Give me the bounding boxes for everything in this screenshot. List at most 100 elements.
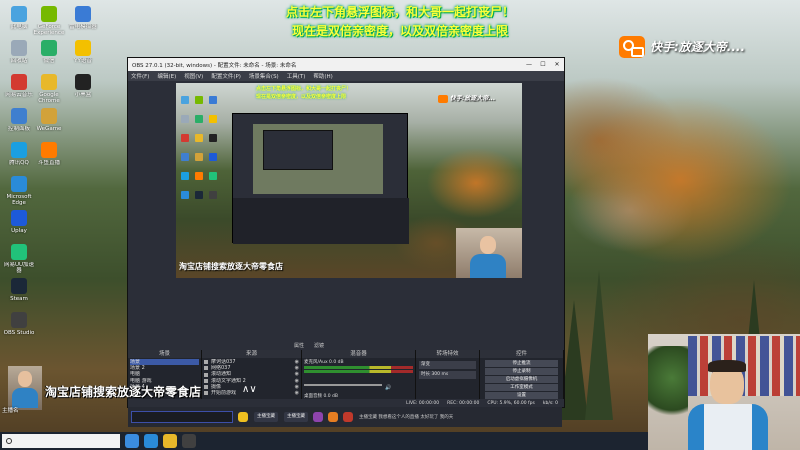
app-icon <box>41 142 57 158</box>
menu-help[interactable]: 帮助(H) <box>313 72 332 80</box>
chrome-icon[interactable] <box>163 434 177 448</box>
properties-button[interactable]: 属性 <box>294 342 304 349</box>
source-type-icon <box>204 378 208 383</box>
plant-shape <box>648 346 688 426</box>
obs-titlebar[interactable]: OBS 27.0.1 (32-bit, windows) - 配置文件: 未命名… <box>128 58 564 71</box>
menu-profile[interactable]: 配置文件(P) <box>211 72 241 80</box>
kuaishou-logo-icon <box>619 36 645 58</box>
gift-icon[interactable] <box>343 412 353 422</box>
minimize-button[interactable]: — <box>522 61 536 68</box>
cpu-readout: CPU: 5.9%, 60.00 fps <box>487 400 535 406</box>
desktop-icon[interactable]: 腾讯QQ <box>2 140 36 178</box>
virtual-camera-button[interactable]: 启动虚拟摄像机 <box>485 376 558 383</box>
obs-status-bar: LIVE: 00:00:00 REC: 00:00:00 CPU: 5.9%, … <box>128 399 564 407</box>
desktop-icon[interactable]: Google Chrome <box>32 72 66 110</box>
nested-preview-window <box>263 130 333 170</box>
source-label: 开始前游戏 <box>211 390 237 397</box>
studio-mode-button[interactable]: 工作室模式 <box>485 384 558 391</box>
app-icon <box>41 74 57 90</box>
stop-streaming-button[interactable]: 停止推流 <box>485 360 558 367</box>
danmaku-chip[interactable]: 主播宝藏 <box>254 412 278 422</box>
transitions-dock-title: 转场特效 <box>416 350 479 358</box>
webcam-feed <box>648 334 800 450</box>
obs-preview[interactable]: 点击左下角悬浮图标，和大哥一起打丧尸！ 现在是双倍亲密度，以及双倍亲密度上限 快… <box>176 83 522 341</box>
danmaku-input[interactable] <box>131 411 233 423</box>
menu-tools[interactable]: 工具(T) <box>287 72 306 80</box>
speaker-icon[interactable]: 🔊 <box>385 385 391 391</box>
volume-meter <box>304 366 413 369</box>
controls-dock: 控件 停止推流 停止录制 启动虚拟摄像机 工作室模式 设置 <box>480 350 564 399</box>
transition-select[interactable]: 渐变 <box>419 361 476 369</box>
menu-edit[interactable]: 编辑(E) <box>157 72 176 80</box>
desktop-icon[interactable]: 小黑盒 <box>66 72 100 110</box>
app-icon <box>41 108 57 124</box>
transition-duration-field[interactable]: 时长 300 ms <box>419 371 476 379</box>
stop-recording-button[interactable]: 停止录制 <box>485 368 558 375</box>
rec-timer: REC: 00:00:00 <box>447 400 480 406</box>
obs-icon[interactable] <box>182 434 196 448</box>
preview-desktop-icons <box>178 91 230 205</box>
mixer-dock-title: 混音器 <box>302 350 415 358</box>
control-panel-icon <box>11 108 27 124</box>
obs-menubar: 文件(F) 编辑(E) 视图(V) 配置文件(P) 场景集合(S) 工具(T) … <box>128 71 564 81</box>
volume-meter <box>304 370 413 373</box>
mixer-channel-name: 麦克风/Aux 0.0 dB <box>304 360 344 365</box>
gift-icon[interactable] <box>313 412 323 422</box>
search-icon <box>6 438 12 444</box>
desktop-icon[interactable]: 回收站 <box>2 38 36 76</box>
source-type-icon <box>204 360 208 365</box>
desktop-icon[interactable]: 网易UU加速器 <box>2 242 36 280</box>
obs-window[interactable]: OBS 27.0.1 (32-bit, windows) - 配置文件: 未命名… <box>127 57 565 408</box>
desktop-icon[interactable]: Microsoft Edge <box>2 174 36 212</box>
eye-icon[interactable]: ◉ <box>295 390 299 396</box>
preview-shop-banner: 淘宝店铺搜索放逐大帝零食店 <box>179 262 283 271</box>
taskbar-search[interactable] <box>2 434 120 448</box>
app-icon <box>11 74 27 90</box>
edge-icon[interactable] <box>144 434 158 448</box>
maximize-button[interactable]: ☐ <box>536 61 550 68</box>
desktop-icon[interactable]: 斗鱼直播 <box>32 140 66 178</box>
controls-dock-title: 控件 <box>480 350 563 358</box>
preview-canvas: 点击左下角悬浮图标，和大哥一起打丧尸！ 现在是双倍亲密度，以及双倍亲密度上限 快… <box>176 83 522 278</box>
preview-kuaishou-label: 快手:放逐大帝... <box>438 93 495 103</box>
nested-docks <box>233 198 409 244</box>
desktop-icon[interactable]: 微信 <box>32 38 66 76</box>
gift-icon[interactable] <box>328 412 338 422</box>
desktop-icon[interactable]: OBS Studio <box>2 310 36 348</box>
desktop-icon[interactable]: Steam <box>2 276 36 314</box>
close-button[interactable]: ✕ <box>550 61 564 68</box>
desktop-icon[interactable]: 网易云音乐 <box>2 72 36 110</box>
filters-button[interactable]: 滤镜 <box>314 342 324 349</box>
transitions-dock: 转场特效 渐变 时长 300 ms <box>416 350 480 399</box>
kuaishou-label: 快手:放逐大帝.... <box>650 40 746 54</box>
app-icon <box>11 312 27 328</box>
source-toolbar: 属性 滤镜 <box>176 341 522 350</box>
app-icon <box>11 210 27 226</box>
desktop-icon[interactable]: WeGame <box>32 106 66 144</box>
sources-dock-title: 来源 <box>202 350 301 358</box>
gift-icon[interactable] <box>238 412 248 422</box>
menu-file[interactable]: 文件(F) <box>131 72 149 80</box>
danmaku-text: 主播宝藏 我想看这个人的直播 太好玩了 我的天 <box>359 415 454 420</box>
preview-caption-line2: 现在是双倍亲密度，以及双倍亲密度上限 <box>256 94 347 100</box>
menu-view[interactable]: 视图(V) <box>184 72 203 80</box>
source-type-icon <box>204 391 208 396</box>
danmaku-chip[interactable]: 主播宝藏 <box>284 412 308 422</box>
app-icon <box>75 40 91 56</box>
app-icon <box>11 142 27 158</box>
danmaku-toolbar: 主播宝藏 主播宝藏 主播宝藏 我想看这个人的直播 太好玩了 我的天 <box>128 407 562 427</box>
source-type-icon <box>204 384 208 389</box>
live-timer: LIVE: 00:00:00 <box>406 400 440 406</box>
scenes-dock-title: 场景 <box>128 350 201 358</box>
desktop-icon[interactable]: YY语音 <box>66 38 100 76</box>
volume-slider[interactable] <box>304 383 382 386</box>
settings-button[interactable]: 设置 <box>485 392 558 399</box>
desktop-icon[interactable]: Uplay <box>2 208 36 246</box>
desktop-icon[interactable]: 控制面板 <box>2 106 36 144</box>
menu-scene-collection[interactable]: 场景集合(S) <box>249 72 279 80</box>
obs-title: OBS 27.0.1 (32-bit, windows) - 配置文件: 未命名… <box>132 62 297 69</box>
streamer-avatar <box>8 366 42 410</box>
app-icon <box>11 278 27 294</box>
windows-start-icon[interactable] <box>125 434 139 448</box>
preview-webcam <box>456 228 522 278</box>
